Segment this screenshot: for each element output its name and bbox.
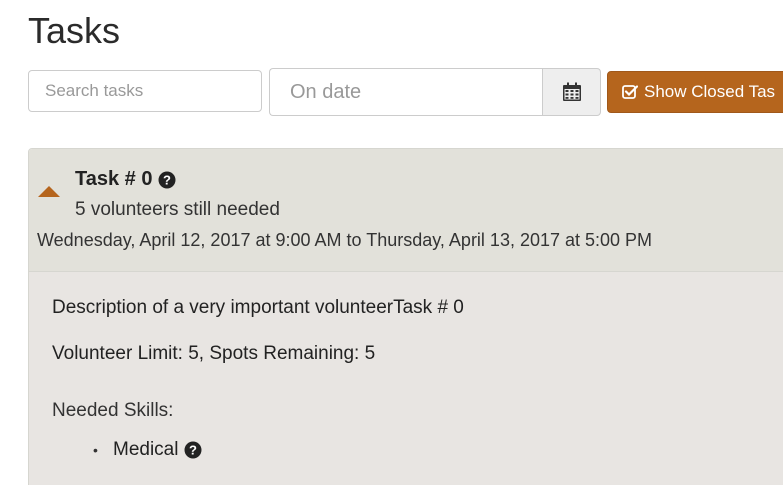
task-header[interactable]: Task # 0 ? 5 volunteers still needed Wed… <box>29 149 783 272</box>
task-title: Task # 0 <box>75 168 153 190</box>
search-input[interactable] <box>28 70 262 112</box>
skills-list: Medical ? <box>93 439 202 461</box>
task-date-range: Wednesday, April 12, 2017 at 9:00 AM to … <box>37 230 653 250</box>
toolbar: Show Closed Tas <box>28 68 783 116</box>
skill-item: Medical ? <box>113 439 202 461</box>
svg-text:?: ? <box>163 172 171 187</box>
task-panel: Task # 0 ? 5 volunteers still needed Wed… <box>28 148 783 485</box>
skills-heading: Needed Skills: <box>52 400 174 421</box>
caret-up-icon[interactable] <box>38 186 60 197</box>
svg-text:?: ? <box>190 443 198 458</box>
calendar-icon <box>562 82 581 101</box>
task-description: Description of a very important voluntee… <box>52 297 464 318</box>
show-closed-label: Show Closed Tas <box>644 82 776 101</box>
date-filter <box>269 68 601 116</box>
show-closed-tasks-button[interactable]: Show Closed Tas <box>607 71 783 113</box>
question-circle-icon[interactable]: ? <box>158 171 176 189</box>
skill-name: Medical <box>113 439 179 460</box>
task-body: Description of a very important voluntee… <box>29 272 783 485</box>
date-input[interactable] <box>269 68 542 116</box>
volunteer-limit: Volunteer Limit: 5, Spots Remaining: 5 <box>52 343 376 364</box>
page: Tasks Search tasks On date Show Closed T… <box>0 0 783 485</box>
page-title: Tasks <box>28 10 121 51</box>
question-circle-icon[interactable]: ? <box>184 441 202 459</box>
calendar-button[interactable] <box>542 68 601 116</box>
check-square-icon <box>622 85 638 99</box>
volunteers-needed: 5 volunteers still needed <box>75 199 280 220</box>
task-title-row: Task # 0 ? <box>75 168 176 191</box>
